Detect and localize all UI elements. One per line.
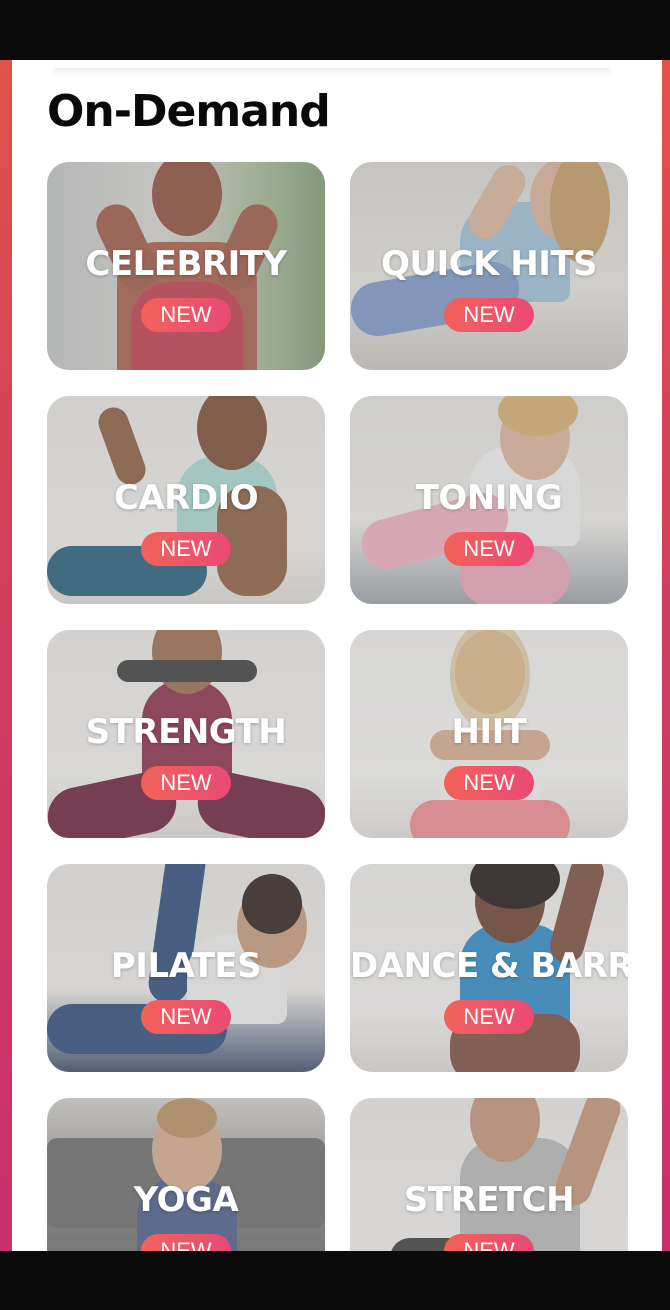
new-badge: NEW <box>444 1000 534 1034</box>
new-badge: NEW <box>141 532 231 566</box>
image-overlay <box>350 1098 628 1251</box>
category-label: YOGA <box>133 1180 239 1220</box>
category-card-quick-hits[interactable]: QUICK HITS NEW <box>350 162 628 370</box>
category-card-strength[interactable]: STRENGTH NEW <box>47 630 325 838</box>
category-card-stretch[interactable]: STRETCH NEW <box>350 1098 628 1251</box>
category-card-cardio[interactable]: CARDIO NEW <box>47 396 325 604</box>
category-label: STRETCH <box>403 1180 575 1220</box>
category-label: CELEBRITY <box>85 244 287 284</box>
new-badge: NEW <box>141 298 231 332</box>
category-card-toning[interactable]: TONING NEW <box>350 396 628 604</box>
new-badge: NEW <box>444 532 534 566</box>
new-badge: NEW <box>444 1234 534 1251</box>
category-label: CARDIO <box>113 478 259 518</box>
new-badge: NEW <box>444 766 534 800</box>
category-card-yoga[interactable]: YOGA NEW <box>47 1098 325 1251</box>
category-card-pilates[interactable]: PILATES NEW <box>47 864 325 1072</box>
sheet-handle <box>52 68 612 78</box>
category-card-dance-barre[interactable]: DANCE & BARRE NEW <box>350 864 628 1072</box>
category-card-hiit[interactable]: HIIT NEW <box>350 630 628 838</box>
category-label: HIIT <box>451 712 527 752</box>
category-card-celebrity[interactable]: CELEBRITY NEW <box>47 162 325 370</box>
category-label: DANCE & BARRE <box>350 946 628 986</box>
new-badge: NEW <box>141 1000 231 1034</box>
category-label: QUICK HITS <box>380 244 598 284</box>
status-bar <box>0 0 670 60</box>
category-label: PILATES <box>110 946 262 986</box>
on-demand-sheet[interactable]: On-Demand CELEBRITY NEW QUICK HITS NEW C… <box>12 60 662 1251</box>
new-badge: NEW <box>141 1234 231 1251</box>
page-title: On-Demand <box>47 86 331 137</box>
category-label: STRENGTH <box>85 712 287 752</box>
navigation-bar <box>0 1251 670 1310</box>
image-overlay <box>47 1098 325 1251</box>
new-badge: NEW <box>141 766 231 800</box>
new-badge: NEW <box>444 298 534 332</box>
category-label: TONING <box>415 478 563 518</box>
